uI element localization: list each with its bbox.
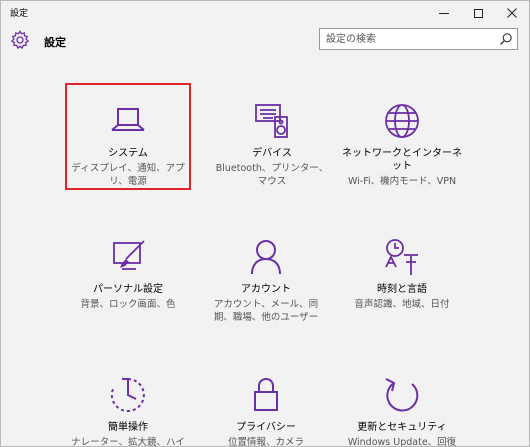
- paint-icon: [113, 240, 145, 270]
- tile-label: プライバシー: [236, 422, 296, 433]
- tile-label: システム: [108, 148, 148, 159]
- settings-window: 設定 設定 設定の検索 システム ディスプレイ、通知、アプリ、電源 デバイス B…: [0, 0, 530, 447]
- tile-ease-of-access[interactable]: 簡単操作 ナレーター、拡大鏡、ハイ: [65, 375, 191, 447]
- tile-label: 更新とセキュリティ: [357, 422, 447, 433]
- tile-description: アカウント、メール、同期、職場、他のユーザー: [213, 299, 319, 323]
- gear-icon: [10, 30, 30, 50]
- tile-time-language[interactable]: 時刻と言語 音声認識、地域、日付: [339, 237, 465, 311]
- lock-icon: [254, 377, 278, 411]
- refresh-icon: [385, 378, 419, 412]
- close-button[interactable]: [495, 1, 529, 25]
- globe-icon: [385, 104, 419, 138]
- tile-description: ナレーター、拡大鏡、ハイ: [71, 437, 185, 447]
- window-title: 設定: [10, 9, 29, 19]
- tile-label: アカウント: [241, 284, 291, 295]
- laptop-icon: [111, 108, 145, 131]
- tile-system[interactable]: システム ディスプレイ、通知、アプリ、電源: [65, 101, 191, 188]
- tile-network[interactable]: ネットワークとインターネット Wi-Fi、機内モード、VPN: [339, 101, 465, 188]
- tile-update-security[interactable]: 更新とセキュリティ Windows Update、回復: [339, 375, 465, 447]
- ease-of-access-icon: [110, 378, 145, 412]
- search-box[interactable]: [319, 28, 518, 50]
- devices-icon: [255, 104, 288, 138]
- tile-description: Wi-Fi、機内モード、VPN: [347, 176, 457, 187]
- tile-description: Bluetooth、プリンター、マウス: [215, 163, 329, 187]
- tile-description: 位置情報、カメラ: [227, 437, 304, 447]
- tile-label: 簡単操作: [108, 422, 148, 433]
- tile-devices[interactable]: デバイス Bluetooth、プリンター、マウス: [209, 101, 335, 188]
- time-language-icon: [385, 239, 418, 275]
- search-input[interactable]: [320, 29, 496, 49]
- settings-header: 設定: [1, 25, 529, 61]
- tile-label: デバイス: [252, 148, 292, 159]
- tile-label: 時刻と言語: [377, 284, 427, 295]
- tile-privacy[interactable]: プライバシー 位置情報、カメラ: [203, 375, 329, 447]
- tile-label: パーソナル設定: [93, 284, 163, 295]
- search-icon[interactable]: [499, 32, 513, 46]
- tile-description: 背景、ロック画面、色: [80, 299, 176, 310]
- minimize-icon: [439, 12, 449, 14]
- page-title: 設定: [44, 36, 66, 49]
- title-bar: 設定: [1, 1, 529, 25]
- close-icon: [507, 8, 517, 18]
- tile-description: 音声認識、地域、日付: [354, 299, 450, 310]
- person-icon: [251, 240, 281, 275]
- tile-accounts[interactable]: アカウント アカウント、メール、同期、職場、他のユーザー: [203, 237, 329, 324]
- tile-personalization[interactable]: パーソナル設定 背景、ロック画面、色: [65, 237, 191, 311]
- maximize-icon: [473, 8, 483, 18]
- maximize-button[interactable]: [461, 1, 495, 25]
- tile-description: Windows Update、回復: [347, 437, 457, 447]
- tile-label: ネットワークとインターネット: [342, 148, 462, 172]
- tile-description: ディスプレイ、通知、アプリ、電源: [71, 163, 185, 187]
- minimize-button[interactable]: [427, 1, 461, 25]
